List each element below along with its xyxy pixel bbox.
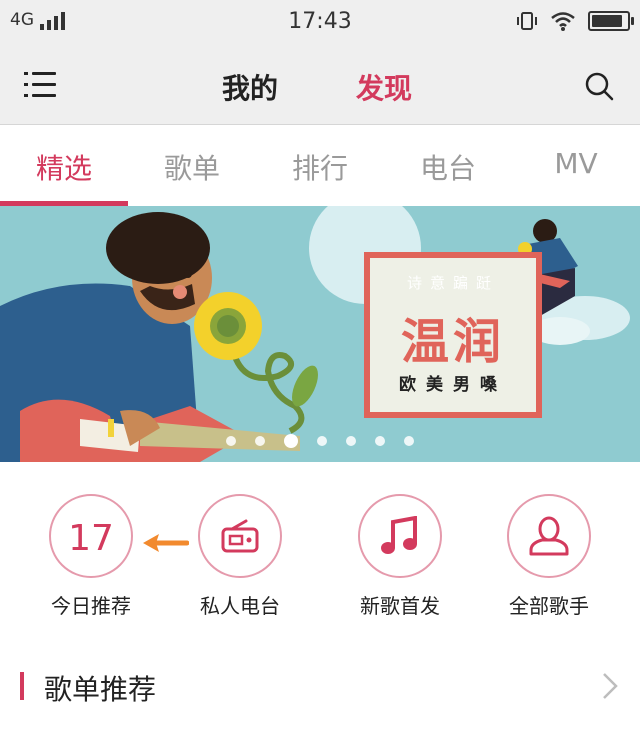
- shortcut-all-artists[interactable]: 全部歌手: [484, 494, 614, 619]
- section-accent-bar: [20, 672, 24, 700]
- nav-tab-discover[interactable]: 发现: [356, 67, 412, 107]
- carousel-dot[interactable]: [226, 436, 236, 446]
- search-icon[interactable]: [584, 71, 614, 101]
- nav-tab-mine[interactable]: 我的: [222, 67, 278, 107]
- promo-subline: 欧美男嗓: [399, 375, 507, 395]
- carousel-dot[interactable]: [346, 436, 356, 446]
- status-icons: [516, 10, 634, 32]
- promo-tagline: 诗意蹁跹: [406, 274, 499, 292]
- shortcut-circle: [507, 494, 591, 578]
- carousel-dot[interactable]: [284, 434, 298, 448]
- tab-charts[interactable]: 排行: [256, 147, 384, 187]
- carousel-dot[interactable]: [375, 436, 385, 446]
- carousel-dot[interactable]: [404, 436, 414, 446]
- promo-banner[interactable]: 诗意蹁跹 温润 欧美男嗓: [0, 206, 640, 462]
- battery-level: [592, 15, 622, 27]
- menu-button[interactable]: [24, 72, 56, 98]
- shortcut-daily-recommend[interactable]: 17 今日推荐: [26, 494, 156, 619]
- shortcut-label: 全部歌手: [509, 594, 589, 618]
- tab-playlists[interactable]: 歌单: [128, 147, 256, 187]
- tab-radio[interactable]: 电台: [384, 147, 512, 187]
- person-icon: [529, 516, 569, 556]
- chevron-right-icon[interactable]: [602, 672, 618, 700]
- shortcut-circle: [198, 494, 282, 578]
- shortcut-private-radio[interactable]: 私人电台: [175, 494, 305, 619]
- wifi-icon: [551, 12, 575, 31]
- tab-featured[interactable]: 精选: [0, 147, 128, 187]
- music-note-icon: [381, 516, 417, 554]
- radio-icon: [221, 519, 259, 553]
- category-tabs: 精选 歌单 排行 电台 MV: [0, 125, 640, 206]
- daily-date-number: 17: [68, 518, 114, 559]
- battery-icon: [588, 11, 634, 31]
- status-bar: 4G 17:43: [0, 0, 640, 44]
- shortcut-label: 今日推荐: [51, 594, 131, 618]
- shortcut-label: 私人电台: [200, 594, 280, 618]
- shortcut-new-songs[interactable]: 新歌首发: [335, 494, 465, 619]
- tab-mv[interactable]: MV: [512, 147, 640, 180]
- shortcut-row: 17 今日推荐 私人电台 新歌首发 全部歌手: [0, 462, 640, 642]
- promo-card: 诗意蹁跹 温润 欧美男嗓: [364, 252, 542, 418]
- playlist-section-header[interactable]: 歌单推荐: [0, 642, 640, 729]
- promo-headline: 温润: [400, 314, 505, 370]
- calendar-icon: 17: [49, 494, 133, 578]
- banner-illustration: [0, 206, 630, 462]
- carousel-dot[interactable]: [317, 436, 327, 446]
- carousel-dot[interactable]: [255, 436, 265, 446]
- shortcut-circle: [358, 494, 442, 578]
- shortcut-label: 新歌首发: [360, 594, 440, 618]
- top-nav: 我的 发现: [0, 44, 640, 125]
- section-title: 歌单推荐: [44, 673, 157, 706]
- carousel-dots: [0, 434, 640, 448]
- vibrate-icon: [517, 12, 537, 30]
